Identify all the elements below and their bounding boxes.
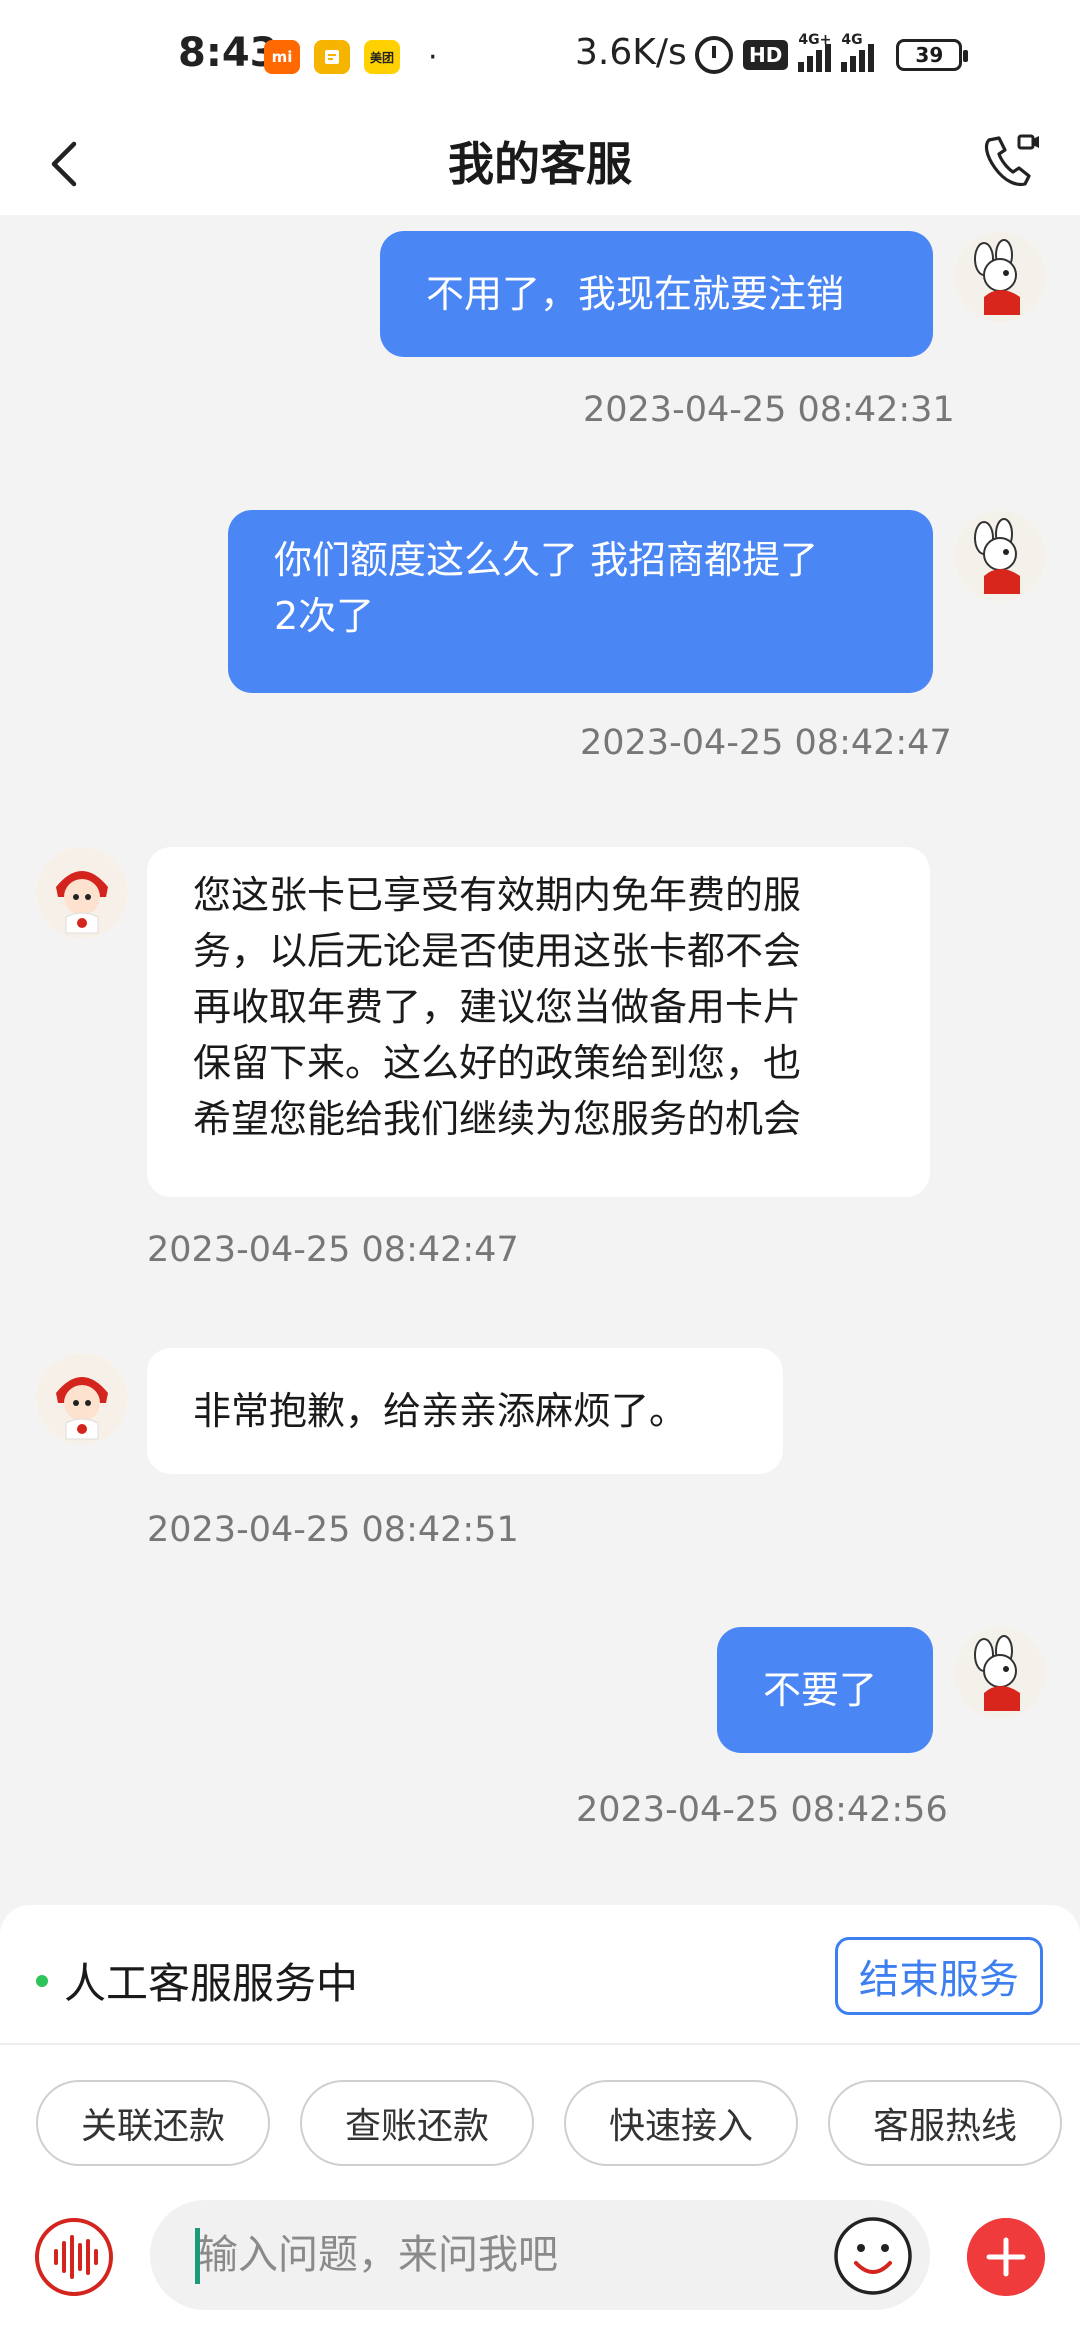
status-icons: HD 4G+ 4G 39: [695, 32, 969, 74]
message-timestamp: 2023-04-25 08:42:47: [147, 1230, 519, 1270]
message-line: 保留下来。这么好的政策给到您，也: [193, 1041, 802, 1085]
user-avatar[interactable]: [954, 1627, 1046, 1719]
agent-avatar[interactable]: [36, 1353, 128, 1445]
meituan-app-icon: 美团: [364, 40, 400, 74]
message-bubble-agent[interactable]: 您这张卡已享受有效期内免年费的服 务，以后无论是否使用这张卡都不会 再收取年费了…: [147, 847, 930, 1197]
message-line: 再收取年费了，建议您当做备用卡片: [193, 985, 802, 1029]
message-line: 2次了: [274, 594, 375, 638]
message-line: 希望您能给我们继续为您服务的机会: [193, 1097, 802, 1141]
alarm-icon: [695, 36, 733, 74]
message-timestamp: 2023-04-25 08:42:31: [583, 390, 955, 430]
status-dot: ·: [428, 40, 438, 75]
end-service-button[interactable]: 结束服务: [835, 1937, 1043, 2015]
message-line: 你们额度这么久了 我招商都提了: [274, 538, 819, 582]
message-timestamp: 2023-04-25 08:42:56: [576, 1790, 948, 1830]
message-bubble-user[interactable]: 你们额度这么久了 我招商都提了 2次了: [228, 510, 933, 693]
message-bubble-agent[interactable]: 非常抱歉，给亲亲添麻烦了。: [147, 1348, 783, 1474]
quick-action-check-repay[interactable]: 查账还款: [300, 2080, 534, 2166]
divider: [0, 2043, 1080, 2045]
status-bar: 8:43 mi 美团 · 3.6K/s HD 4G+ 4G 39: [0, 0, 1080, 110]
emoji-icon[interactable]: [832, 2215, 914, 2297]
service-status-label: 人工客服服务中: [64, 1959, 359, 2008]
hd-badge: HD: [743, 40, 789, 70]
bottom-panel: 人工客服服务中 结束服务 关联还款 查账还款 快速接入 客服热线 输入问题，来问…: [0, 1905, 1080, 2340]
user-avatar[interactable]: [954, 231, 1046, 323]
battery-icon: 39: [896, 39, 969, 71]
user-avatar[interactable]: [954, 510, 1046, 602]
message-timestamp: 2023-04-25 08:42:51: [147, 1510, 519, 1550]
input-placeholder: 输入问题，来问我吧: [198, 2232, 558, 2278]
agent-avatar[interactable]: [36, 847, 128, 939]
status-time: 8:43: [178, 30, 278, 76]
quick-action-link-repay[interactable]: 关联还款: [36, 2080, 270, 2166]
service-status: 人工客服服务中: [36, 1950, 358, 2011]
signal-icon-2: 4G: [841, 32, 875, 72]
quick-action-hotline[interactable]: 客服热线: [828, 2080, 1062, 2166]
message-timestamp: 2023-04-25 08:42:47: [580, 723, 952, 763]
notes-app-icon: [314, 40, 350, 74]
voice-icon[interactable]: [34, 2217, 114, 2297]
message-bubble-user[interactable]: 不要了: [717, 1627, 933, 1753]
signal-label-1: 4G+: [798, 32, 832, 48]
mi-app-icon: mi: [264, 40, 300, 74]
page-title: 我的客服: [448, 137, 632, 191]
message-line: 务，以后无论是否使用这张卡都不会: [193, 929, 802, 973]
net-speed: 3.6K/s: [575, 32, 687, 73]
message-input[interactable]: 输入问题，来问我吧: [150, 2200, 930, 2310]
header-bar: 我的客服: [0, 110, 1080, 215]
quick-action-fast-connect[interactable]: 快速接入: [564, 2080, 798, 2166]
status-dot-icon: [36, 1974, 48, 1987]
phone-video-icon[interactable]: [975, 126, 1045, 196]
plus-icon[interactable]: [967, 2218, 1045, 2296]
message-line: 您这张卡已享受有效期内免年费的服: [193, 873, 802, 917]
message-bubble-user[interactable]: 不用了，我现在就要注销: [380, 231, 933, 357]
chat-area[interactable]: 不用了，我现在就要注销 2023-04-25 08:42:31 你们额度这么久了…: [0, 215, 1080, 1905]
signal-icon: 4G+: [798, 32, 832, 72]
signal-label-2: 4G: [841, 32, 863, 48]
